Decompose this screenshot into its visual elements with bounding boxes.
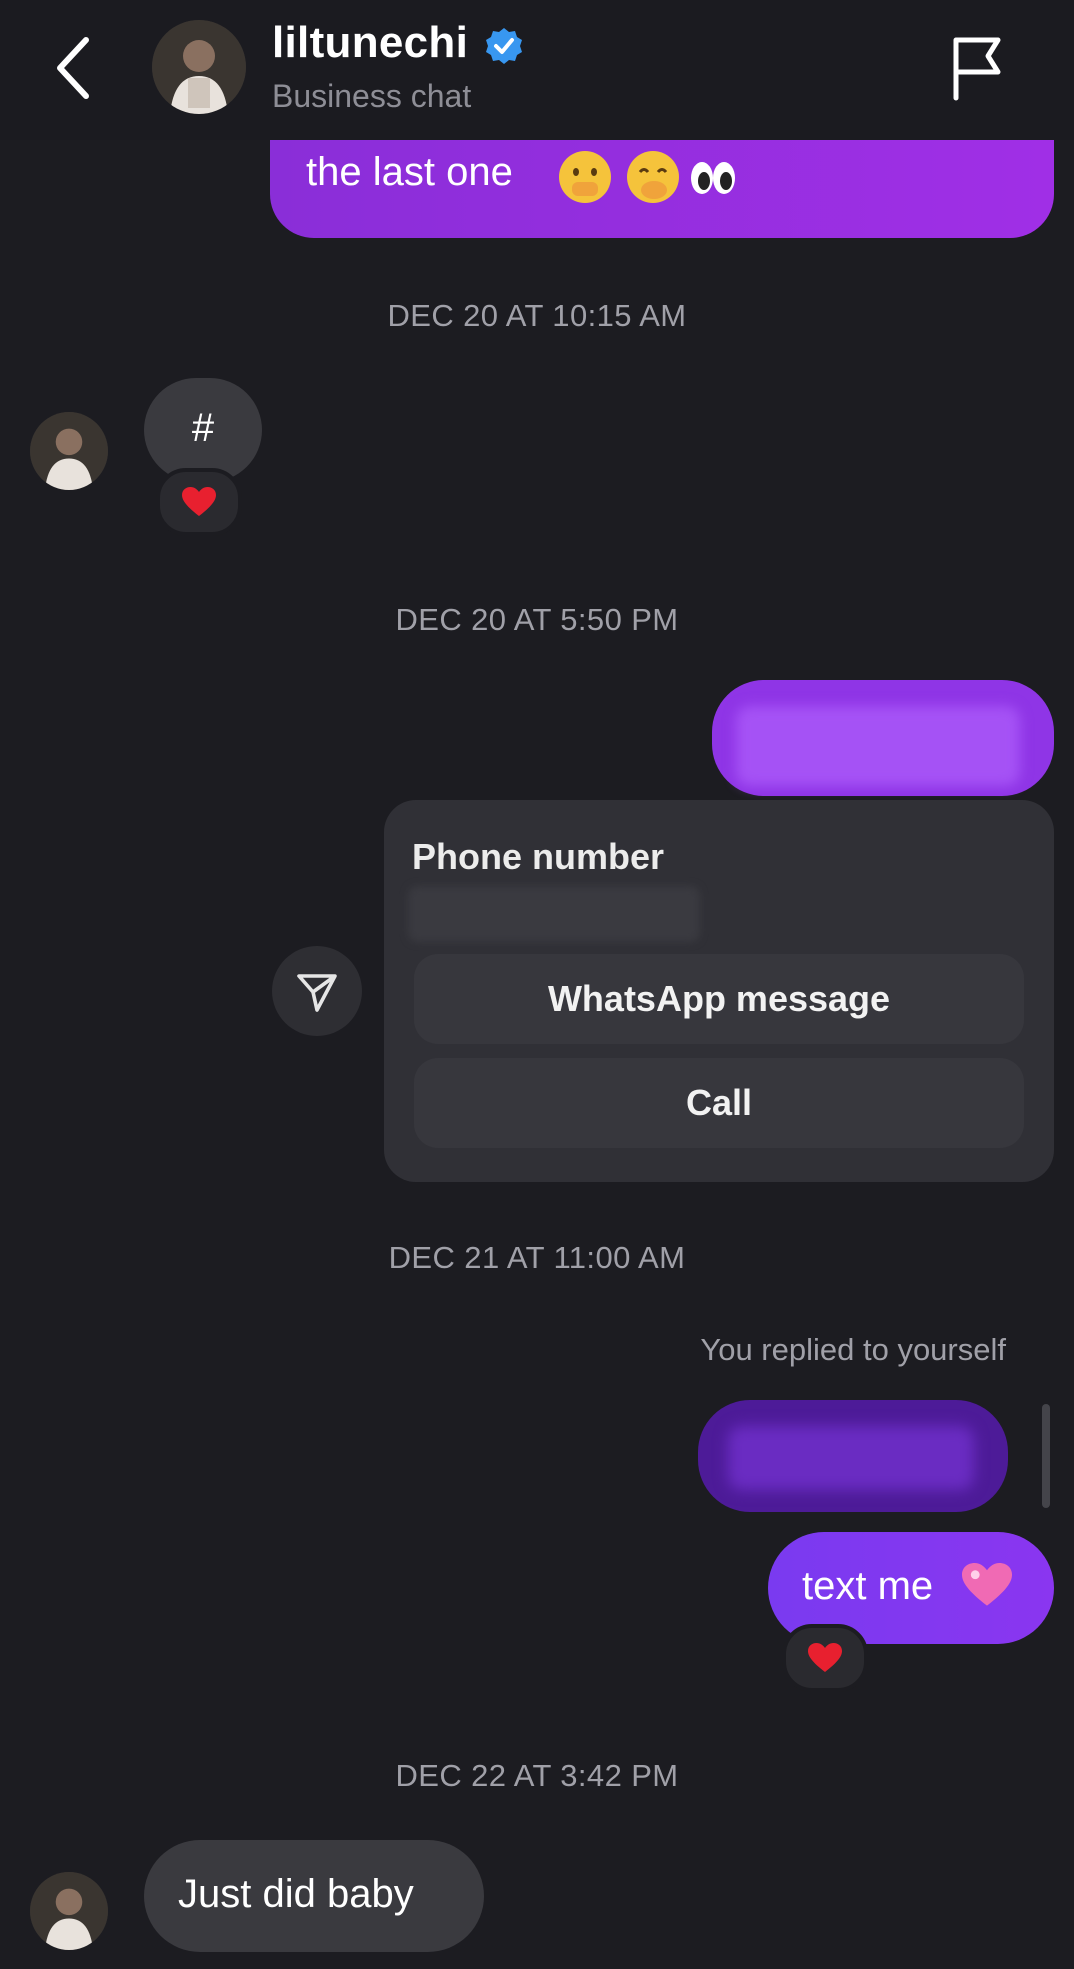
verified-badge-icon [486, 28, 522, 64]
reaction-badge[interactable] [156, 468, 242, 536]
avatar[interactable] [152, 20, 246, 114]
incoming-message-bubble[interactable]: Just did baby [144, 1840, 484, 1952]
heart-icon [808, 1643, 842, 1672]
redacted-content [736, 706, 1020, 786]
chat-header: liltunechi Business chat [0, 0, 1074, 140]
message-timestamp: DEC 21 AT 11:00 AM [388, 1240, 686, 1275]
shushing-face-emoji-icon [559, 151, 611, 203]
outgoing-message-bubble[interactable]: the last one [270, 128, 1054, 238]
outgoing-message-bubble[interactable] [712, 680, 1054, 796]
replied-message-preview[interactable] [698, 1400, 1008, 1512]
eyes-emoji-icon [691, 162, 735, 194]
sender-avatar[interactable] [30, 1872, 108, 1950]
message-timestamp: DEC 20 AT 10:15 AM [387, 298, 687, 333]
message-timestamp: DEC 22 AT 3:42 PM [395, 1758, 679, 1793]
share-button[interactable] [272, 946, 362, 1036]
chat-subtitle: Business chat [272, 78, 472, 114]
card-title: Phone number [412, 836, 665, 877]
flag-icon [953, 37, 1001, 101]
incoming-message-bubble[interactable]: # [144, 378, 262, 482]
message-text: Just did baby [178, 1872, 414, 1916]
reply-note: You replied to yourself [700, 1332, 1006, 1367]
redacted-content [728, 1426, 974, 1490]
reply-indicator-bar [1042, 1404, 1050, 1508]
message-timestamp: DEC 20 AT 5:50 PM [395, 602, 679, 637]
sender-avatar[interactable] [30, 412, 108, 490]
sparkling-heart-emoji-icon [962, 1562, 1012, 1606]
call-button[interactable]: Call [414, 1058, 1024, 1148]
message-text: text me [802, 1564, 934, 1608]
back-button[interactable] [48, 32, 104, 104]
chevron-left-icon [57, 37, 89, 99]
report-button[interactable] [948, 34, 1006, 102]
hand-over-mouth-emoji-icon [627, 151, 679, 203]
send-icon [297, 974, 337, 1012]
username[interactable]: liltunechi [272, 18, 468, 68]
heart-icon [182, 487, 216, 516]
message-text: the last one [306, 150, 513, 194]
whatsapp-message-button[interactable]: WhatsApp message [414, 954, 1024, 1044]
message-text: # [191, 406, 215, 450]
reaction-badge[interactable] [782, 1624, 868, 1692]
phone-number-card: Phone number WhatsApp message Call [384, 800, 1054, 1182]
redacted-phone-number [408, 886, 700, 942]
